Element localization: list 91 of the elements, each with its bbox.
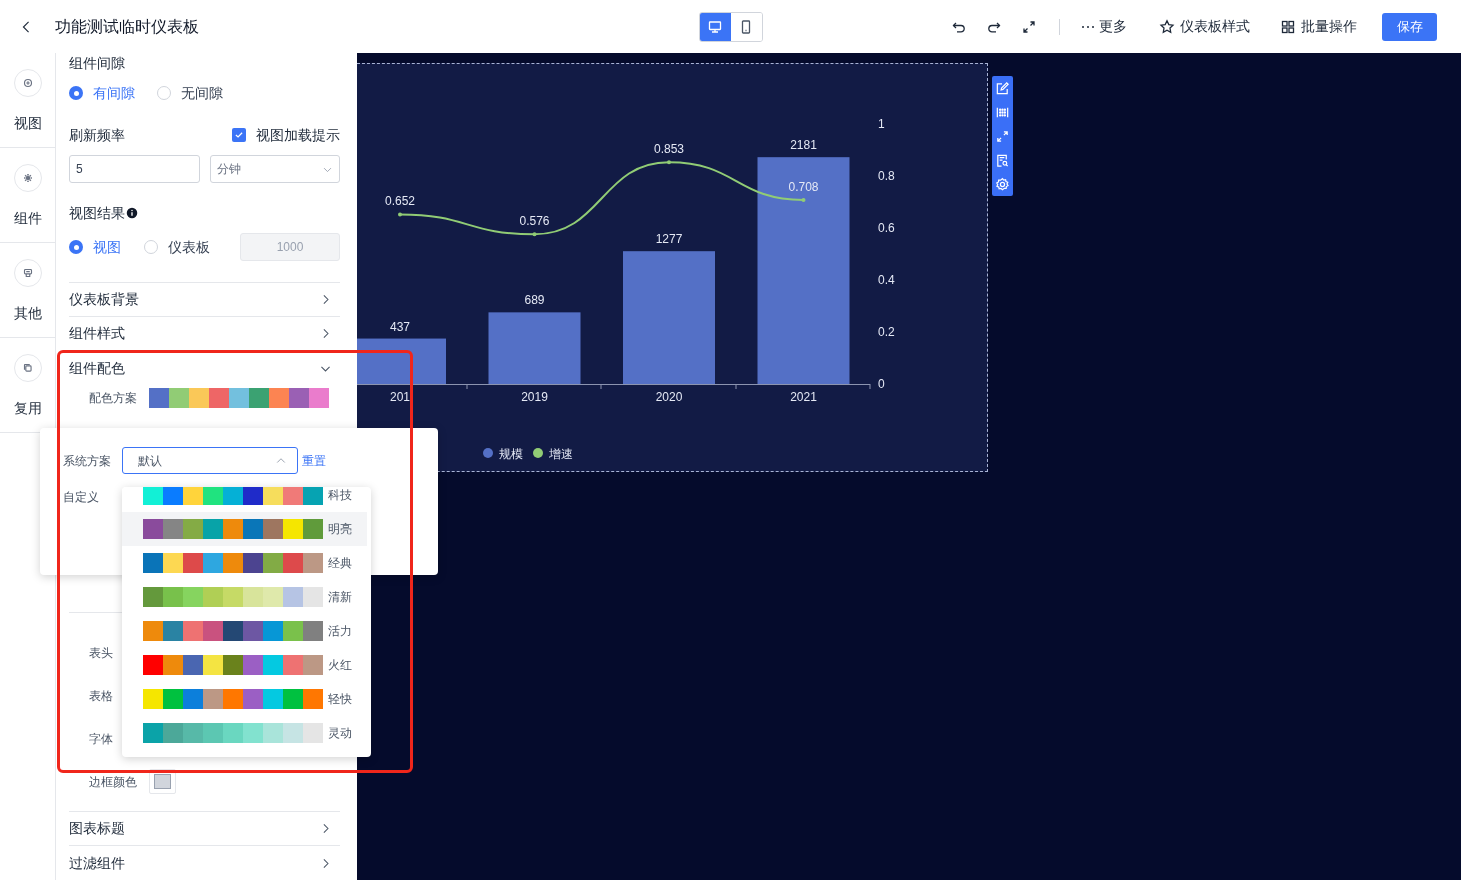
color-picker[interactable] xyxy=(149,769,176,794)
settings-button[interactable] xyxy=(994,175,1011,193)
save-button[interactable]: 保存 xyxy=(1382,12,1437,41)
radio-button[interactable] xyxy=(69,86,83,100)
field-label: 刷新频率 xyxy=(69,125,125,145)
field-label: 视图结果 xyxy=(69,203,125,223)
desktop-view-toggle[interactable] xyxy=(699,12,731,41)
legend-dot xyxy=(483,448,493,458)
collapse-header[interactable]: 组件样式 xyxy=(69,317,340,351)
scheme-option[interactable]: 科技 xyxy=(122,487,367,512)
radio-option[interactable]: 无间隙 xyxy=(157,82,223,104)
data-label: 2181 xyxy=(790,138,817,153)
axis-label: 1 xyxy=(878,117,885,131)
info-icon xyxy=(126,207,138,219)
data-label: 689 xyxy=(524,293,545,308)
fullscreen-button[interactable] xyxy=(1021,18,1037,35)
color-swatch[interactable] xyxy=(289,388,309,408)
field-label: 边框颜色 xyxy=(89,773,138,791)
line-point xyxy=(398,212,402,217)
data-label: 0.652 xyxy=(385,194,415,209)
data-label: 0.853 xyxy=(654,142,684,157)
axis-label: 0 xyxy=(878,377,885,391)
line-point xyxy=(667,160,671,165)
data-label: 0.708 xyxy=(788,179,819,194)
collapse-header[interactable]: 过滤组件 xyxy=(69,846,340,880)
color-swatch[interactable] xyxy=(229,388,249,408)
unit-select[interactable]: 分钟 xyxy=(210,155,340,183)
color-swatch[interactable] xyxy=(149,388,169,408)
field-label: 自定义 xyxy=(63,489,99,506)
style-button[interactable]: 仪表板样式 xyxy=(1159,16,1250,37)
field-label: 表格 xyxy=(89,687,114,705)
field-label: 配色方案 xyxy=(89,390,138,407)
axis-label: 2020 xyxy=(655,390,683,404)
settings-icon xyxy=(995,176,1010,192)
line-point xyxy=(532,232,537,237)
field-label: 系统方案 xyxy=(63,452,112,470)
radio-button[interactable] xyxy=(144,240,158,254)
edit-icon xyxy=(995,80,1010,96)
check-icon xyxy=(234,130,244,140)
interval-input[interactable]: 5 xyxy=(69,155,200,183)
desktop-icon xyxy=(707,18,723,35)
radio-option[interactable]: 视图 xyxy=(69,236,121,258)
axis-label: 2019 xyxy=(521,390,548,404)
ellipsis-icon xyxy=(1082,25,1094,28)
grid-icon xyxy=(1280,18,1296,35)
axis-label: 0.6 xyxy=(878,221,895,235)
scheme-select[interactable]: 默认 xyxy=(122,447,298,474)
collapse-header[interactable]: 图表标题 xyxy=(69,812,340,846)
legend-label[interactable]: 增速 xyxy=(549,446,573,461)
reset-link[interactable]: 重置 xyxy=(302,451,326,470)
dashboard-title: 功能测试临时仪表板 xyxy=(55,16,199,37)
rail-label[interactable]: 其他 xyxy=(13,303,42,324)
data-label: 0.576 xyxy=(519,214,550,229)
axis-label: 0.8 xyxy=(878,169,895,183)
rail-label[interactable]: 视图 xyxy=(13,113,42,134)
load-hint-checkbox[interactable]: 视图加载提示 xyxy=(232,124,340,146)
axis-label: 201 xyxy=(390,390,410,404)
field-label: 组件间隙 xyxy=(69,53,125,73)
data-label: 437 xyxy=(390,319,410,334)
star-icon xyxy=(1159,18,1175,35)
color-swatch[interactable] xyxy=(309,388,329,408)
checkbox[interactable] xyxy=(232,128,246,142)
color-swatch[interactable] xyxy=(249,388,269,408)
line-point xyxy=(801,197,806,202)
collapse-header[interactable]: 组件配色 xyxy=(69,351,340,385)
expand-icon xyxy=(995,128,1010,144)
rail-label[interactable]: 组件 xyxy=(13,208,42,229)
expand-icon xyxy=(1021,18,1037,35)
color-swatch[interactable] xyxy=(209,388,229,408)
radio-button[interactable] xyxy=(157,86,171,100)
collapse-header[interactable]: 仪表板背景 xyxy=(69,283,340,317)
color-swatch[interactable] xyxy=(169,388,189,408)
field-label: 表头 xyxy=(89,644,114,662)
axis-label: 0.4 xyxy=(878,273,895,287)
color-swatch[interactable] xyxy=(269,388,289,408)
document-search-icon xyxy=(995,152,1010,168)
radio-option[interactable]: 有间隙 xyxy=(69,82,135,104)
batch-button[interactable]: 批量操作 xyxy=(1280,16,1357,37)
more-button[interactable]: 更多 xyxy=(1082,16,1127,37)
data-label: 1277 xyxy=(655,232,683,247)
legend-label[interactable]: 规模 xyxy=(499,446,523,461)
field-label: 字体 xyxy=(89,730,114,748)
legend-dot xyxy=(533,448,543,458)
radio-button[interactable] xyxy=(69,240,83,254)
axis-label: 0.2 xyxy=(878,325,895,339)
rail-label[interactable]: 复用 xyxy=(13,398,42,419)
scheme-option[interactable]: 明亮 xyxy=(122,512,367,546)
radio-option[interactable]: 仪表板 xyxy=(144,236,210,258)
edit-button[interactable] xyxy=(994,79,1011,97)
axis-label: 2021 xyxy=(790,390,817,404)
color-swatch[interactable] xyxy=(189,388,209,408)
